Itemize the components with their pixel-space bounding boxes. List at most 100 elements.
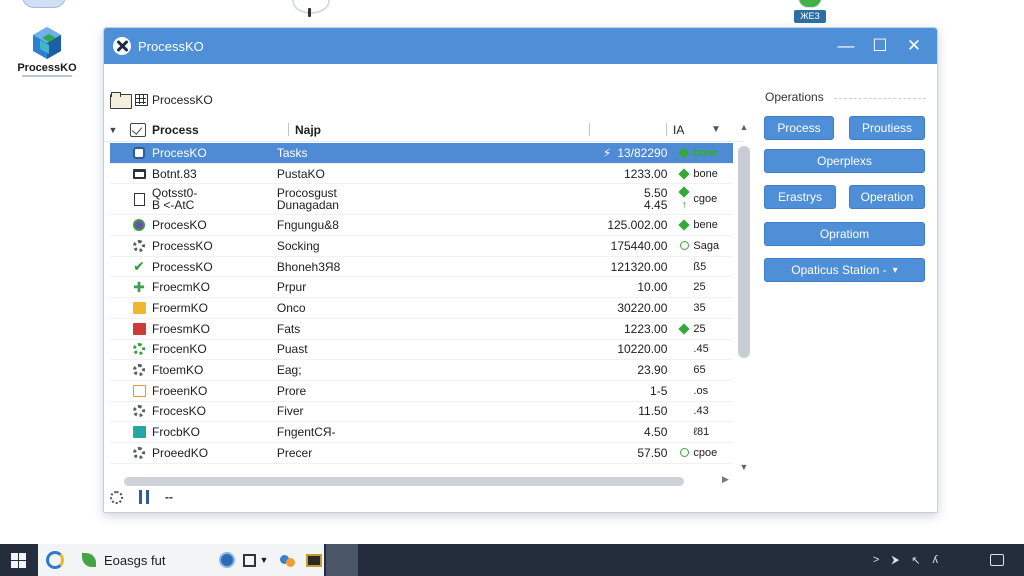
desktop-icon-partial[interactable] bbox=[22, 0, 66, 8]
table-row[interactable]: FroeenKO Prore 1-5 .os bbox=[110, 381, 733, 402]
globe-icon[interactable] bbox=[219, 552, 236, 568]
table-row[interactable]: ProcesKO Fngungu&8 125.002.00 bene bbox=[110, 215, 733, 237]
process-button[interactable]: Process bbox=[764, 116, 834, 140]
path-label: ProcessKO bbox=[152, 93, 213, 107]
row-process-name: FrocesKO bbox=[152, 405, 207, 418]
desktop-icon-processko[interactable]: ProcessKO bbox=[14, 26, 80, 77]
notification-icon[interactable] bbox=[990, 554, 1004, 566]
status-text: 25 bbox=[693, 322, 706, 335]
vertical-scrollbar[interactable]: ▲ ▼ bbox=[738, 122, 750, 472]
select-all-checkbox[interactable] bbox=[130, 122, 146, 137]
table-row[interactable]: FrocbKO FngentСЯ- 4.50 ℓ81 bbox=[110, 422, 733, 443]
pause-icon[interactable] bbox=[139, 490, 149, 504]
table-row[interactable]: ✚ FroeсmKO Prpur 10.00 25 bbox=[110, 277, 733, 299]
desktop-icon-partial-2[interactable] bbox=[292, 0, 330, 17]
folder-icon[interactable] bbox=[110, 92, 132, 109]
table-row[interactable]: ✔ ProcessKO Bhoneh3Я8 121320.00 ß5 bbox=[110, 257, 733, 278]
task-view-icon[interactable] bbox=[243, 553, 257, 567]
settings-gear-icon[interactable] bbox=[110, 490, 123, 504]
row-process-name: FroesmKO bbox=[152, 322, 211, 335]
status-text: 65 bbox=[693, 364, 706, 377]
tray-network-icon[interactable]: ʎ bbox=[933, 554, 939, 566]
status-icon: ↑ bbox=[677, 186, 691, 211]
operplexs-button[interactable]: Operplexs bbox=[764, 149, 925, 173]
column-header-process[interactable]: Process bbox=[146, 123, 288, 137]
leaf-icon[interactable] bbox=[82, 553, 96, 567]
row-value-text: 175440.00 bbox=[610, 238, 668, 253]
taskbar: Eoasgs fut ▼ ˃ ⮞ ↖ ʎ bbox=[0, 544, 1024, 576]
gear-icon bbox=[130, 363, 148, 377]
monitor-icon[interactable] bbox=[306, 553, 323, 567]
plus-icon: ✚ bbox=[133, 278, 145, 295]
grid-view-icon[interactable] bbox=[135, 94, 148, 106]
close-button[interactable]: ✕ bbox=[897, 28, 931, 64]
maximize-button[interactable]: ☐ bbox=[863, 28, 897, 64]
window-body: ProcessKO ▼ Process Najp IA ▼ ProcesKO Ta… bbox=[104, 64, 937, 512]
table-row[interactable]: Qotsst0- B <-AtC Procosgust Dunagadan 5.50… bbox=[110, 184, 733, 216]
operation-button[interactable]: Operation bbox=[849, 185, 925, 209]
table-row[interactable]: ProeedKO Precer 57.50 cpoe bbox=[110, 443, 733, 464]
table-row[interactable]: ProcessKO Socking 175440.00 Saga bbox=[110, 236, 733, 257]
table-row[interactable]: ProcesKO Tasks ⚡ 13/82290 bone bbox=[110, 143, 733, 164]
row-task-name: Precer bbox=[276, 445, 313, 460]
status-text: .45 bbox=[693, 343, 709, 356]
tray-chevron-icon[interactable]: ˃ bbox=[873, 554, 879, 566]
taskbar-active-app[interactable] bbox=[326, 544, 358, 576]
scroll-right-icon[interactable]: ▶ bbox=[722, 474, 729, 485]
table-row[interactable]: FrocenKO Puast 10220.00 .45 bbox=[110, 340, 733, 361]
browser-icon[interactable] bbox=[46, 551, 64, 569]
desktop-icon-partial-3[interactable]: ЖЕЗ bbox=[792, 0, 830, 26]
collapse-chevron-icon[interactable]: ▼ bbox=[104, 125, 122, 135]
proutiess-button[interactable]: Proutiess bbox=[849, 116, 925, 140]
column-header-name[interactable]: Najp bbox=[289, 123, 589, 137]
scroll-down-icon[interactable]: ▼ bbox=[738, 462, 750, 472]
window-title: ProcessKO bbox=[138, 38, 204, 54]
scroll-up-icon[interactable]: ▲ bbox=[738, 122, 750, 132]
taskbar-search[interactable]: Eoasgs fut ▼ bbox=[38, 544, 324, 576]
status-text: 35 bbox=[693, 301, 706, 314]
status-text: bone bbox=[693, 167, 718, 180]
row-value-text: 57.50 bbox=[637, 445, 668, 460]
row-value: 121320.00 bbox=[498, 261, 678, 273]
status-icon bbox=[677, 241, 691, 251]
row-task-name: Prore bbox=[276, 383, 307, 398]
row-value-text: 13/82290 bbox=[617, 145, 668, 160]
row-value: 11.50 bbox=[498, 405, 678, 417]
row-task-name: Prpur bbox=[276, 280, 307, 295]
table-row[interactable]: FtoemKO Eag; 23.90 65 bbox=[110, 360, 733, 381]
erastrys-button[interactable]: Erastrys bbox=[764, 185, 836, 209]
title-bar[interactable]: ProcessKO — ☐ ✕ bbox=[104, 28, 937, 64]
column-dropdown-icon[interactable]: ▼ bbox=[711, 124, 725, 135]
row-value-text: 5.50 4.45 bbox=[644, 186, 668, 213]
table-row[interactable]: Botnt.83 PustaKO 1233.00 bone bbox=[110, 164, 733, 185]
row-task-name: PustaKO bbox=[276, 166, 325, 181]
status-text: ß5 bbox=[693, 260, 707, 273]
table-row[interactable]: FroesmKO Fats 1223.00 25 bbox=[110, 319, 733, 340]
orange-square-icon bbox=[130, 384, 148, 398]
caret-down-icon[interactable]: ▼ bbox=[259, 555, 268, 565]
document-icon bbox=[130, 192, 148, 206]
scrollbar-thumb[interactable] bbox=[738, 146, 750, 358]
horizontal-scrollbar[interactable]: ▶ bbox=[104, 474, 744, 486]
opratiom-button[interactable]: Opratiom bbox=[764, 222, 925, 246]
column-header-ia[interactable]: IA bbox=[667, 123, 711, 137]
station-dropdown[interactable]: Opaticus Station - bbox=[764, 258, 925, 282]
row-value-text: 30220.00 bbox=[617, 300, 668, 315]
table-row[interactable]: FroermKO Onco 30220.00 35 bbox=[110, 298, 733, 319]
h-scrollbar-thumb[interactable] bbox=[124, 477, 684, 486]
status-text: bone bbox=[693, 146, 718, 159]
minimize-button[interactable]: — bbox=[829, 28, 863, 64]
table-row[interactable]: FrocesKO Fiver 11.50 .43 bbox=[110, 402, 733, 423]
row-process-name: FroeenKO bbox=[152, 384, 208, 397]
tray-cursor-icon[interactable]: ↖ bbox=[911, 554, 920, 567]
list-header: ▼ Process Najp IA ▼ bbox=[104, 118, 744, 142]
gear-icon bbox=[130, 446, 148, 460]
row-value: 4.50 bbox=[498, 426, 678, 438]
tray-arrow-icon[interactable]: ⮞ bbox=[891, 554, 899, 567]
puzzle-icon bbox=[130, 218, 148, 232]
column-separator[interactable] bbox=[589, 123, 590, 136]
start-button[interactable] bbox=[0, 544, 36, 576]
dash-icon[interactable]: -- bbox=[165, 490, 173, 504]
row-value: 10.00 bbox=[498, 281, 678, 293]
people-icon[interactable] bbox=[280, 553, 296, 567]
